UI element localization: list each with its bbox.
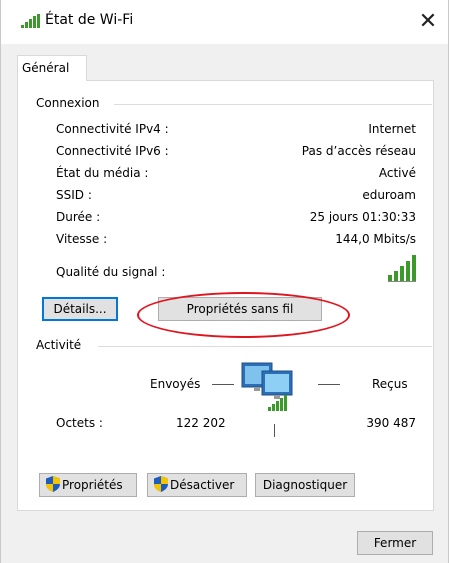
diagnose-button[interactable]: Diagnostiquer	[255, 473, 355, 497]
details-button[interactable]: Détails...	[42, 297, 118, 321]
ssid-label: SSID :	[56, 188, 92, 202]
wifi-signal-icon	[21, 14, 40, 28]
ipv6-value: Pas d’accès réseau	[301, 144, 416, 158]
signal-strength-icon	[388, 255, 416, 282]
wifi-status-window: État de Wi-Fi ✕ Général Connexion Connec…	[0, 0, 449, 563]
activite-divider	[98, 346, 432, 347]
bytes-sent-value: 122 202	[176, 416, 226, 430]
ipv4-value: Internet	[368, 122, 416, 136]
tab-general[interactable]: Général	[17, 55, 87, 81]
bytes-separator	[274, 424, 275, 437]
network-computers-icon	[241, 362, 293, 411]
admin-shield-icon	[154, 476, 168, 492]
ipv4-label: Connectivité IPv4 :	[56, 122, 169, 136]
media-state-value: Activé	[378, 166, 416, 180]
sent-label: Envoyés	[150, 377, 201, 391]
sent-line	[212, 384, 234, 385]
activite-heading: Activité	[36, 338, 86, 352]
admin-shield-icon	[46, 476, 60, 492]
speed-label: Vitesse :	[56, 232, 108, 246]
general-panel: Connexion Connectivité IPv4 : Internet C…	[17, 80, 434, 511]
duration-label: Durée :	[56, 210, 101, 224]
title-bar: État de Wi-Fi ✕	[1, 0, 448, 44]
ssid-value: eduroam	[362, 188, 416, 202]
disable-button[interactable]: Désactiver	[147, 473, 247, 497]
media-state-label: État du média :	[56, 166, 149, 180]
disable-button-label: Désactiver	[170, 478, 235, 492]
bytes-received-value: 390 487	[366, 416, 416, 430]
close-button[interactable]: Fermer	[357, 531, 433, 555]
duration-value: 25 jours 01:30:33	[309, 210, 416, 224]
properties-button[interactable]: Propriétés	[39, 473, 137, 497]
connexion-heading: Connexion	[36, 96, 104, 110]
signal-quality-label: Qualité du signal :	[56, 265, 166, 279]
wireless-properties-button[interactable]: Propriétés sans fil	[158, 297, 322, 321]
ipv6-label: Connectivité IPv6 :	[56, 144, 169, 158]
received-line	[318, 384, 340, 385]
connexion-divider	[114, 104, 432, 105]
received-label: Reçus	[372, 377, 408, 391]
close-icon[interactable]: ✕	[408, 0, 448, 44]
properties-button-label: Propriétés	[62, 478, 123, 492]
window-title: État de Wi-Fi	[45, 12, 134, 28]
bytes-label: Octets :	[56, 416, 103, 430]
speed-value: 144,0 Mbits/s	[335, 232, 416, 246]
